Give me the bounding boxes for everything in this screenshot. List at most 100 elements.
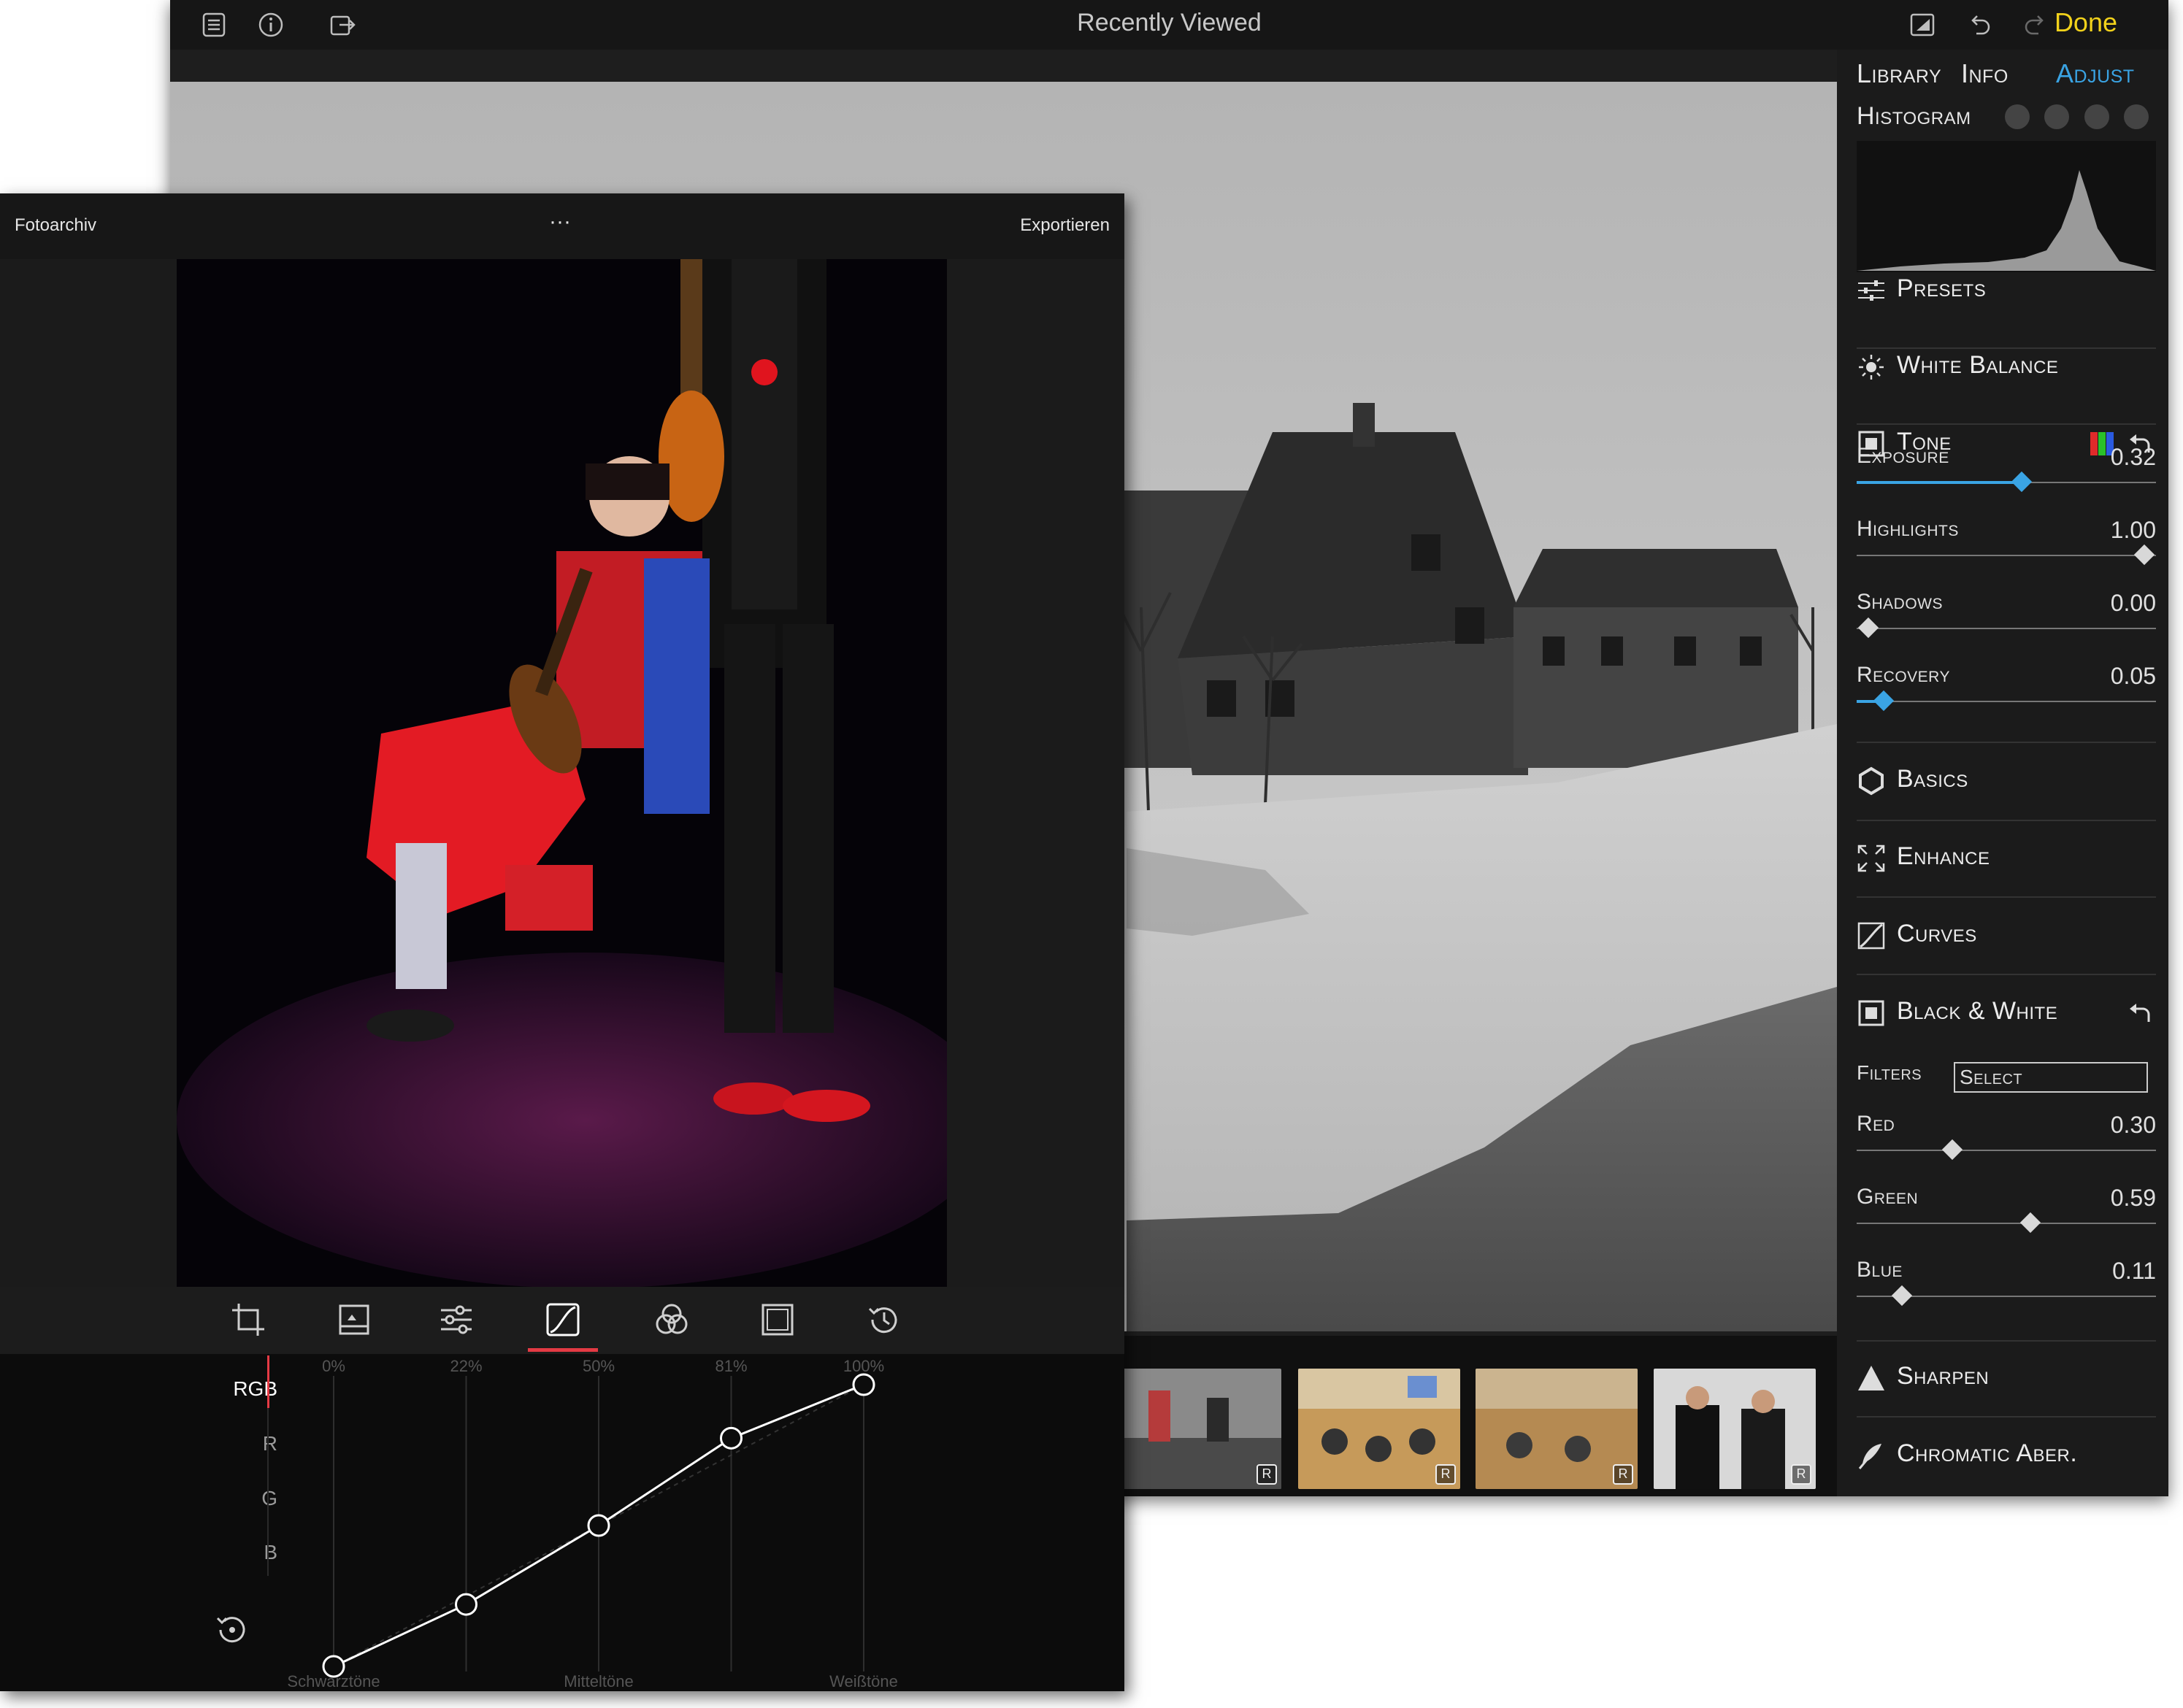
slider-name: Exposure bbox=[1857, 444, 1949, 468]
presets-section[interactable]: Presets bbox=[1857, 261, 2156, 320]
white-balance-section[interactable]: White Balance bbox=[1857, 338, 2156, 396]
curves-section[interactable]: Curves bbox=[1857, 907, 2156, 965]
filmstrip-thumbnail[interactable]: R bbox=[1654, 1369, 1816, 1489]
slider-knob[interactable] bbox=[2133, 544, 2155, 566]
top-bar: Recently Viewed Done bbox=[170, 0, 2168, 50]
active-tool-indicator bbox=[528, 1348, 598, 1352]
vignette-icon[interactable] bbox=[759, 1301, 796, 1338]
black-white-section[interactable]: Black & White bbox=[1857, 984, 2156, 1042]
curves-icon bbox=[1857, 922, 1885, 950]
histogram-channel-toggles bbox=[2005, 104, 2149, 133]
channel-toggle[interactable] bbox=[2124, 104, 2149, 129]
enhance-section[interactable]: Enhance bbox=[1857, 829, 2156, 888]
red-slider[interactable]: Red 0.30 bbox=[1857, 1112, 2156, 1185]
reset-icon[interactable] bbox=[2127, 1000, 2153, 1026]
curve-point[interactable] bbox=[455, 1593, 477, 1616]
chromatic-aberration-section[interactable]: Chromatic Aber. bbox=[1857, 1426, 2156, 1485]
raw-badge: R bbox=[1791, 1464, 1811, 1485]
sharpen-label: Sharpen bbox=[1897, 1362, 1990, 1390]
divider bbox=[1857, 742, 2156, 743]
divider bbox=[1857, 974, 2156, 975]
slider-knob[interactable] bbox=[2011, 471, 2032, 493]
expand-icon bbox=[1857, 845, 1885, 872]
curve-point[interactable] bbox=[322, 1655, 345, 1678]
more-options-button[interactable]: ··· bbox=[549, 209, 571, 234]
slider-value: 0.05 bbox=[2110, 663, 2156, 689]
compare-icon[interactable] bbox=[1908, 10, 1937, 39]
slider-knob[interactable] bbox=[2019, 1212, 2041, 1234]
slider-track bbox=[1857, 701, 2156, 702]
image-area bbox=[0, 259, 1124, 1287]
crop-icon[interactable] bbox=[230, 1301, 266, 1338]
curves-icon[interactable] bbox=[545, 1301, 581, 1338]
slider-track bbox=[1857, 1223, 2156, 1224]
histogram-graph bbox=[1857, 141, 2156, 272]
slider-name: Blue bbox=[1857, 1258, 1903, 1282]
divider bbox=[1857, 1416, 2156, 1417]
basics-section[interactable]: Basics bbox=[1857, 752, 2156, 810]
curve-top-label: 22% bbox=[450, 1357, 482, 1375]
raw-badge: R bbox=[1257, 1464, 1277, 1485]
stage-photo bbox=[177, 259, 947, 1287]
filmstrip-thumbnail[interactable]: R bbox=[1119, 1369, 1281, 1489]
channel-toggle[interactable] bbox=[2044, 104, 2070, 129]
slider-knob[interactable] bbox=[1942, 1139, 1963, 1161]
curve-point[interactable] bbox=[720, 1426, 743, 1450]
tab-adjust[interactable]: Adjust bbox=[2056, 58, 2135, 89]
sliders-icon[interactable] bbox=[438, 1301, 475, 1338]
white-balance-label: White Balance bbox=[1897, 351, 2059, 379]
chromatic-aberration-label: Chromatic Aber. bbox=[1897, 1439, 2078, 1467]
curves-label: Curves bbox=[1897, 920, 1977, 947]
slider-knob[interactable] bbox=[1873, 690, 1895, 712]
done-button[interactable]: Done bbox=[2055, 7, 2117, 38]
exposure-slider[interactable]: Exposure 0.32 bbox=[1857, 444, 2156, 517]
slider-track bbox=[1857, 628, 2156, 629]
recovery-slider[interactable]: Recovery 0.05 bbox=[1857, 663, 2156, 736]
blue-slider[interactable]: Blue 0.11 bbox=[1857, 1258, 2156, 1331]
filters-select[interactable]: Select bbox=[1954, 1062, 2148, 1093]
curve-point[interactable] bbox=[852, 1373, 875, 1396]
basics-label: Basics bbox=[1897, 765, 1968, 793]
slider-value: 0.32 bbox=[2110, 444, 2156, 470]
curve-bottom-label: Mitteltöne bbox=[564, 1672, 633, 1690]
filters-label: Filters bbox=[1857, 1061, 1922, 1084]
export-button[interactable]: Exportieren bbox=[1020, 215, 1110, 236]
histogram-label: Histogram bbox=[1857, 102, 1971, 130]
presets-label: Presets bbox=[1897, 274, 1987, 302]
tab-info[interactable]: Info bbox=[1961, 58, 2009, 89]
filmstrip-thumbnail[interactable]: R bbox=[1476, 1369, 1638, 1489]
shadows-slider[interactable]: Shadows 0.00 bbox=[1857, 590, 2156, 663]
slider-name: Recovery bbox=[1857, 663, 1950, 687]
undo-icon[interactable] bbox=[1965, 10, 1994, 39]
image-icon[interactable] bbox=[336, 1301, 372, 1338]
divider bbox=[1857, 896, 2156, 898]
header-bar: Fotoarchiv ··· Exportieren bbox=[0, 193, 1124, 259]
slider-value: 0.00 bbox=[2110, 590, 2156, 616]
tone-curve[interactable]: 0% 22% 50% 81% 100%Schwarztöne Mitteltöne Weiß… bbox=[0, 1354, 1124, 1691]
redo-icon[interactable] bbox=[2021, 10, 2050, 39]
history-icon[interactable] bbox=[865, 1301, 902, 1338]
slider-value: 0.11 bbox=[2112, 1258, 2156, 1284]
feather-icon bbox=[1858, 1444, 1881, 1469]
slider-name: Red bbox=[1857, 1112, 1895, 1136]
channel-toggle[interactable] bbox=[2084, 104, 2109, 129]
curve-point[interactable] bbox=[587, 1514, 610, 1537]
fotoarchiv-window: Fotoarchiv ··· Exportieren RGB R G B 0% … bbox=[0, 193, 1124, 1691]
checkbox-icon[interactable] bbox=[1857, 999, 1886, 1028]
tab-library[interactable]: Library bbox=[1857, 58, 1941, 89]
sliders-icon bbox=[1858, 280, 1884, 301]
color-mix-icon[interactable] bbox=[653, 1301, 690, 1338]
slider-knob[interactable] bbox=[1891, 1285, 1912, 1307]
raw-badge: R bbox=[1435, 1464, 1456, 1485]
slider-knob[interactable] bbox=[1858, 617, 1879, 639]
raw-badge: R bbox=[1613, 1464, 1633, 1485]
green-slider[interactable]: Green 0.59 bbox=[1857, 1185, 2156, 1258]
filmstrip-thumbnail[interactable]: R bbox=[1298, 1369, 1460, 1489]
channel-toggle[interactable] bbox=[2005, 104, 2030, 129]
sun-icon bbox=[1859, 355, 1884, 380]
slider-name: Shadows bbox=[1857, 590, 1944, 614]
sharpen-section[interactable]: Sharpen bbox=[1857, 1349, 2156, 1407]
slider-name: Highlights bbox=[1857, 517, 1959, 541]
highlights-slider[interactable]: Highlights 1.00 bbox=[1857, 517, 2156, 590]
divider bbox=[1857, 1340, 2156, 1342]
